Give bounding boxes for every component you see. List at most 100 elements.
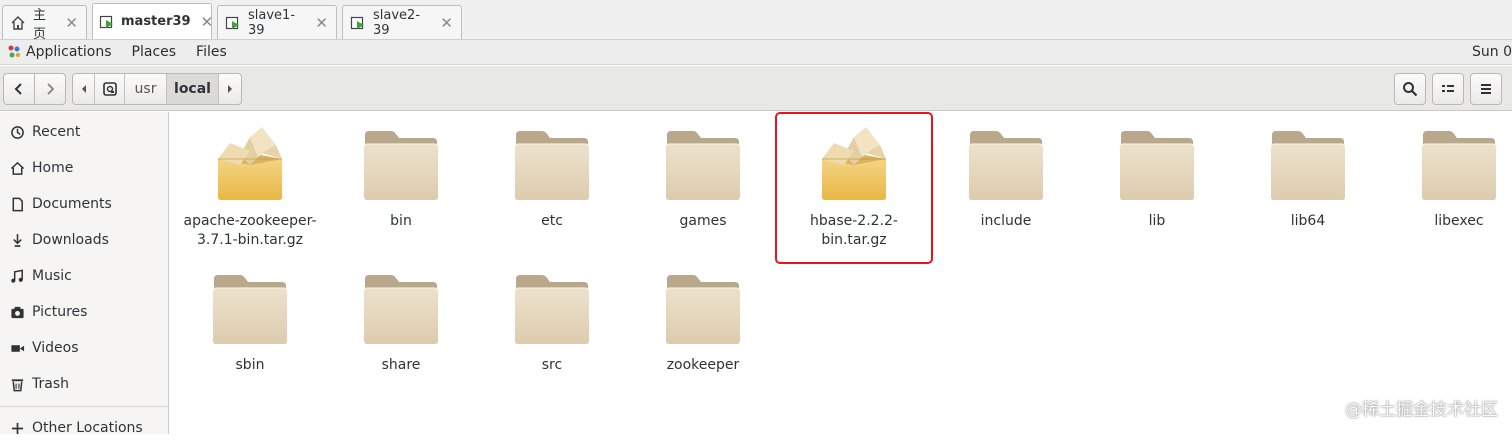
vm-tab-label: master39 [121,14,191,29]
files-menu[interactable]: Files [196,44,227,60]
sidebar-item-label: Home [32,160,73,176]
document-icon [9,196,25,212]
folder-icon [512,267,592,347]
search-icon [1402,81,1418,97]
file-item-share[interactable]: share [326,267,476,375]
vm-tab-label: slave2-39 [373,8,430,38]
home-icon [9,160,25,176]
file-item-hbase[interactable]: hbase-2.2.2-bin.tar.gz [779,123,929,250]
close-icon[interactable]: ✕ [315,14,328,32]
file-item-src[interactable]: src [477,267,627,375]
watermark: @稀土掘金技术社区 [1345,395,1498,420]
file-grid: apache-zookeeper-3.7.1-bin.tar.gz bin et… [170,112,1512,434]
folder-icon [1268,123,1348,203]
top-panel: Applications Places Files Sun 0 [0,40,1512,65]
file-name: apache-zookeeper-3.7.1-bin.tar.gz [180,212,320,250]
file-name: libexec [1389,212,1512,231]
sidebar-item-videos[interactable]: Videos [0,330,168,366]
file-name: src [482,356,622,375]
path-scroll-right-button[interactable] [219,74,241,104]
vm-running-icon [224,14,242,32]
drive-icon [102,81,118,97]
view-options-button[interactable] [1432,73,1464,105]
applications-icon [6,44,22,60]
path-segment-usr[interactable]: usr [125,74,167,104]
sidebar-item-pictures[interactable]: Pictures [0,294,168,330]
sidebar-item-downloads[interactable]: Downloads [0,222,168,258]
menu-button[interactable] [1470,73,1502,105]
sidebar-item-documents[interactable]: Documents [0,186,168,222]
vm-tab-home[interactable]: 主页 ✕ [2,5,87,39]
archive-icon [210,123,290,203]
folder-icon [966,123,1046,203]
sidebar-divider [0,406,168,407]
file-name: lib [1087,212,1227,231]
folder-icon [1419,123,1499,203]
file-name: share [331,356,471,375]
file-name: zookeeper [633,356,773,375]
arrow-left-icon [80,84,88,94]
close-icon[interactable]: ✕ [201,13,214,31]
file-item-include[interactable]: include [931,123,1081,231]
sidebar-item-home[interactable]: Home [0,150,168,186]
vm-tab-label: 主页 [33,4,55,42]
back-button[interactable] [3,73,35,105]
header-bar: usr local [0,66,1512,111]
sidebar-item-label: Pictures [32,304,87,320]
forward-button[interactable] [34,73,66,105]
search-button[interactable] [1394,73,1426,105]
file-item-libexec[interactable]: libexec [1384,123,1512,231]
folder-icon [512,123,592,203]
sidebar-item-label: Trash [32,376,69,392]
vm-tab-slave2-39[interactable]: slave2-39 ✕ [342,5,462,39]
file-item-zookeeper[interactable]: zookeeper [628,267,778,375]
places-menu[interactable]: Places [132,44,177,60]
file-item-bin[interactable]: bin [326,123,476,231]
vm-running-icon [99,13,115,31]
file-item-games[interactable]: games [628,123,778,231]
sidebar-item-label: Videos [32,340,79,356]
vm-tab-bar: 主页 ✕ master39 ✕ slave1-39 ✕ slave2-39 ✕ [0,0,1512,40]
file-name: lib64 [1238,212,1378,231]
camera-icon [9,304,25,320]
clock[interactable]: Sun 0 [1472,44,1512,60]
arrow-right-icon [226,84,234,94]
download-icon [9,232,25,248]
sidebar-item-music[interactable]: Music [0,258,168,294]
file-name: etc [482,212,622,231]
file-item-etc[interactable]: etc [477,123,627,231]
path-segment-local[interactable]: local [167,74,219,104]
archive-icon [814,123,894,203]
list-view-icon [1440,81,1456,97]
file-item-apache-zookeeper[interactable]: apache-zookeeper-3.7.1-bin.tar.gz [175,123,325,250]
chevron-left-icon [12,82,26,96]
sidebar-item-recent[interactable]: Recent [0,114,168,150]
folder-icon [361,123,441,203]
sidebar-item-label: Downloads [32,232,109,248]
folder-icon [1117,123,1197,203]
vm-tab-slave1-39[interactable]: slave1-39 ✕ [217,5,337,39]
path-segment-root[interactable] [95,74,125,104]
sidebar-item-other-locations[interactable]: Other Locations [0,410,168,446]
file-item-lib64[interactable]: lib64 [1233,123,1383,231]
close-icon[interactable]: ✕ [65,14,78,32]
folder-icon [663,267,743,347]
path-bar: usr local [72,73,242,105]
home-icon [9,14,27,32]
path-scroll-left-button[interactable] [73,74,95,104]
hamburger-icon [1478,81,1494,97]
vm-tab-master39[interactable]: master39 ✕ [92,3,212,39]
sidebar-item-label: Recent [32,124,80,140]
sidebar-item-label: Music [32,268,72,284]
file-item-lib[interactable]: lib [1082,123,1232,231]
file-name: sbin [180,356,320,375]
file-item-sbin[interactable]: sbin [175,267,325,375]
close-icon[interactable]: ✕ [440,14,453,32]
sidebar-item-trash[interactable]: Trash [0,366,168,402]
video-icon [9,340,25,356]
vm-tab-label: slave1-39 [248,8,305,38]
file-name: games [633,212,773,231]
file-name: include [936,212,1076,231]
applications-menu[interactable]: Applications [26,44,112,60]
chevron-right-icon [43,82,57,96]
